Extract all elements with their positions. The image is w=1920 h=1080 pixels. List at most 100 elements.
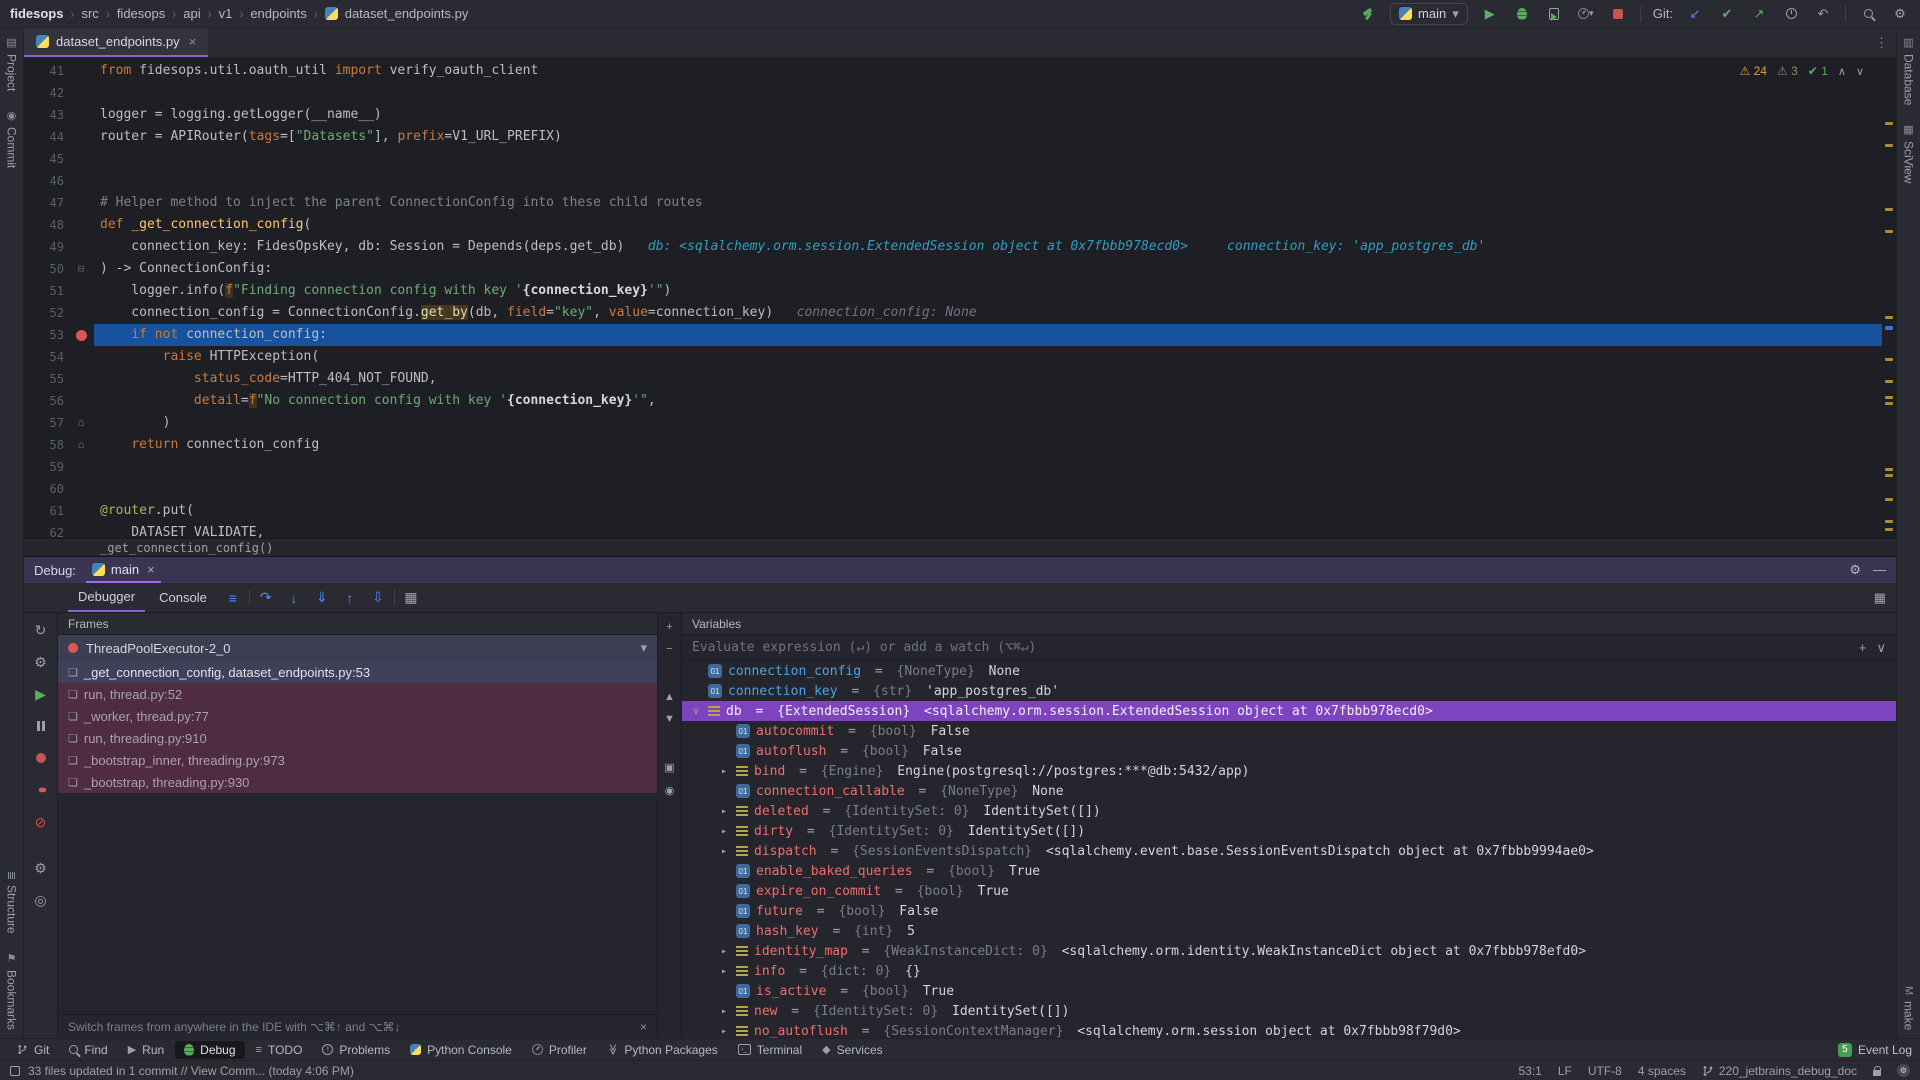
- code-line[interactable]: 42: [24, 82, 1896, 104]
- toolwindow-button-todo[interactable]: ≡ TODO: [247, 1041, 312, 1059]
- settings-wrench-icon[interactable]: ⚙: [30, 651, 52, 673]
- variable-row[interactable]: ▸ new = {IdentitySet: 0} IdentitySet([]): [682, 1001, 1896, 1021]
- warning-stripe-mark[interactable]: [1885, 468, 1893, 471]
- warning-stripe-mark[interactable]: [1885, 474, 1893, 477]
- coverage-button[interactable]: [1544, 4, 1564, 24]
- caret-position[interactable]: 53:1: [1518, 1064, 1541, 1078]
- breakpoint-icon[interactable]: [75, 329, 87, 341]
- thread-selector[interactable]: ThreadPoolExecutor-2_0 ▾: [58, 635, 657, 661]
- code-line[interactable]: 48 def _get_connection_config(: [24, 214, 1896, 236]
- tab-console[interactable]: Console: [149, 583, 217, 612]
- warning-stripe-mark[interactable]: [1885, 358, 1893, 361]
- expand-icon[interactable]: ▸: [718, 846, 730, 857]
- expand-icon[interactable]: ▸: [718, 946, 730, 957]
- variable-row[interactable]: 01 hash_key = {int} 5: [682, 921, 1896, 941]
- variable-row[interactable]: ▸ identity_map = {WeakInstanceDict: 0} <s…: [682, 941, 1896, 961]
- sidebar-item-project[interactable]: ▤ Project: [5, 36, 19, 91]
- code-line[interactable]: 49 connection_key: FidesOpsKey, db: Sess…: [24, 236, 1896, 258]
- file-encoding[interactable]: UTF-8: [1588, 1064, 1622, 1078]
- frame-down-icon[interactable]: ▼: [664, 713, 675, 725]
- tab-debugger[interactable]: Debugger: [68, 583, 146, 612]
- warning-stripe-mark[interactable]: [1885, 396, 1893, 399]
- toolwindow-button-problems[interactable]: ! Problems: [313, 1041, 399, 1059]
- expand-icon[interactable]: ▸: [718, 966, 730, 977]
- warning-stripe-mark[interactable]: [1885, 316, 1893, 319]
- code-line[interactable]: 61 @router.put(: [24, 500, 1896, 522]
- current-line-stripe-mark[interactable]: [1885, 326, 1893, 330]
- warning-stripe-mark[interactable]: [1885, 498, 1893, 501]
- breadcrumb-item[interactable]: endpoints: [250, 6, 306, 21]
- variable-row[interactable]: 01 future = {bool} False: [682, 901, 1896, 921]
- notifications-icon[interactable]: ⚙: [1897, 1064, 1910, 1077]
- warning-stripe-mark[interactable]: [1885, 520, 1893, 523]
- code-line[interactable]: 59: [24, 456, 1896, 478]
- debugger-settings-icon[interactable]: ⚙: [30, 857, 52, 879]
- restore-layout-icon[interactable]: ▦: [1874, 590, 1896, 606]
- expand-icon[interactable]: ▸: [718, 826, 730, 837]
- expand-icon[interactable]: ▸: [718, 766, 730, 777]
- warning-stripe-mark[interactable]: [1885, 528, 1893, 531]
- breadcrumb-item[interactable]: dataset_endpoints.py: [345, 6, 469, 21]
- tab-dataset-endpoints[interactable]: dataset_endpoints.py ×: [24, 28, 209, 57]
- code-line[interactable]: 53 if not connection_config:: [24, 324, 1896, 346]
- next-problem-icon[interactable]: ∨: [1856, 65, 1864, 78]
- variable-row[interactable]: 01 expire_on_commit = {bool} True: [682, 881, 1896, 901]
- breadcrumb-item[interactable]: api: [183, 6, 200, 21]
- variable-row[interactable]: 01 is_active = {bool} True: [682, 981, 1896, 1001]
- code-line[interactable]: 43 logger = logging.getLogger(__name__): [24, 104, 1896, 126]
- warning-stripe-mark[interactable]: [1885, 230, 1893, 233]
- warning-stripe-mark[interactable]: [1885, 144, 1893, 147]
- sidebar-item-sciview[interactable]: ▦ SciView: [1902, 123, 1916, 183]
- code-line[interactable]: 55 status_code=HTTP_404_NOT_FOUND,: [24, 368, 1896, 390]
- breadcrumb-item[interactable]: fidesops: [117, 6, 165, 21]
- code-editor[interactable]: 41 from fidesops.util.oauth_util import v…: [24, 58, 1896, 538]
- toolwindow-button-profiler[interactable]: Profiler: [523, 1041, 596, 1059]
- variable-row[interactable]: ▸ dispatch = {SessionEventsDispatch} <sql…: [682, 841, 1896, 861]
- code-line[interactable]: 51 logger.info(f"Finding connection conf…: [24, 280, 1896, 302]
- toolwindow-button-find[interactable]: Find: [60, 1041, 116, 1059]
- frame-row[interactable]: ❏ run, thread.py:52: [58, 683, 657, 705]
- variable-row[interactable]: 01 enable_baked_queries = {bool} True: [682, 861, 1896, 881]
- indent-style[interactable]: 4 spaces: [1638, 1064, 1686, 1078]
- chevron-down-icon[interactable]: ∨: [1876, 640, 1886, 656]
- warning-stripe-mark[interactable]: [1885, 380, 1893, 383]
- toolwindow-button-terminal[interactable]: ›_ Terminal: [729, 1041, 811, 1059]
- debug-button[interactable]: [1512, 4, 1532, 24]
- warning-stripe-mark[interactable]: [1885, 122, 1893, 125]
- vcs-status-message[interactable]: 33 files updated in 1 commit // View Com…: [28, 1064, 354, 1078]
- add-watch-icon[interactable]: +: [1859, 640, 1867, 656]
- tab-options-icon[interactable]: ⋮: [1875, 35, 1888, 51]
- pin-icon[interactable]: ◎: [30, 889, 52, 911]
- profiler-button[interactable]: ▾: [1576, 4, 1596, 24]
- breadcrumb-item[interactable]: src: [81, 6, 98, 21]
- variable-row[interactable]: 01 connection_callable = {NoneType} None: [682, 781, 1896, 801]
- code-line[interactable]: 62 DATASET_VALIDATE,: [24, 522, 1896, 538]
- mute-breakpoints-icon[interactable]: ⊘: [30, 811, 52, 833]
- code-line[interactable]: 60: [24, 478, 1896, 500]
- variable-row[interactable]: ▸ deleted = {IdentitySet: 0} IdentitySet(…: [682, 801, 1896, 821]
- code-line[interactable]: 58 ⌂ return connection_config: [24, 434, 1896, 456]
- copy-frames-icon[interactable]: ▣: [664, 761, 674, 774]
- code-line[interactable]: 47 # Helper method to inject the parent C…: [24, 192, 1896, 214]
- git-branch-widget[interactable]: 220_jetbrains_debug_doc: [1702, 1064, 1857, 1078]
- build-hammer-icon[interactable]: [1358, 4, 1378, 24]
- debug-session-tab[interactable]: main ×: [85, 557, 161, 583]
- variable-row[interactable]: 01 autocommit = {bool} False: [682, 721, 1896, 741]
- watch-values-eye-icon[interactable]: ◉: [665, 784, 675, 797]
- variable-row[interactable]: 01 connection_key = {str} 'app_postgres_d…: [682, 681, 1896, 701]
- variable-row[interactable]: 01 autoflush = {bool} False: [682, 741, 1896, 761]
- code-line[interactable]: 56 detail=f"No connection config with ke…: [24, 390, 1896, 412]
- frame-row[interactable]: ❏ _bootstrap, threading.py:930: [58, 771, 657, 793]
- resume-icon[interactable]: ▶: [30, 683, 52, 705]
- toolwindow-button-python-packages[interactable]: ≫ Python Packages: [598, 1041, 727, 1059]
- code-line[interactable]: 46: [24, 170, 1896, 192]
- variable-row[interactable]: ▸ bind = {Engine} Engine(postgresql://pos…: [682, 761, 1896, 781]
- collapse-icon[interactable]: ∨: [690, 706, 702, 717]
- breadcrumb-item[interactable]: fidesops: [10, 6, 63, 21]
- settings-button[interactable]: ⚙: [1890, 4, 1910, 24]
- variable-row[interactable]: ▸ info = {dict: 0} {}: [682, 961, 1896, 981]
- expand-icon[interactable]: ▸: [718, 1026, 730, 1037]
- git-update-button[interactable]: ↙: [1685, 4, 1705, 24]
- step-out-icon[interactable]: ↑: [338, 587, 362, 609]
- warning-stripe-mark[interactable]: [1885, 208, 1893, 211]
